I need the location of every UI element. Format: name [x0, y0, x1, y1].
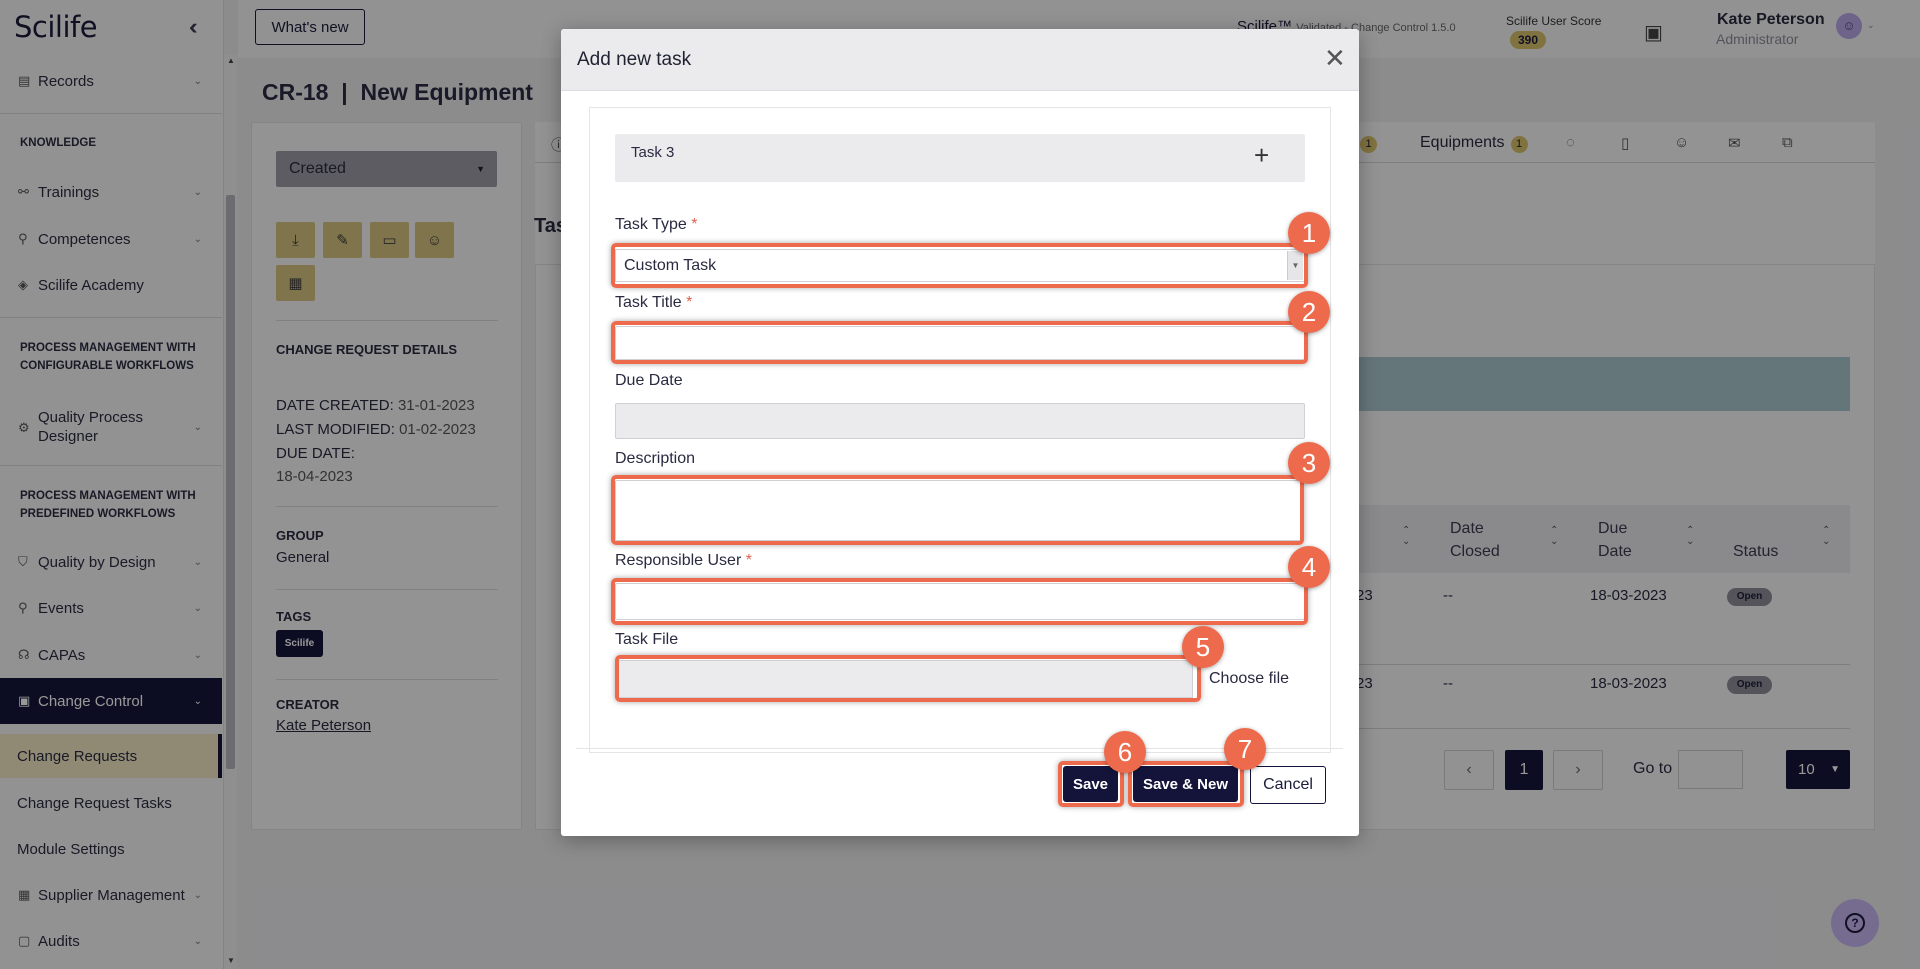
- callout-4: 4: [1288, 546, 1330, 588]
- due-date-input[interactable]: [615, 403, 1305, 439]
- task-accordion[interactable]: [615, 134, 1305, 182]
- task-file-label: Task File: [615, 631, 679, 648]
- plus-icon[interactable]: +: [1254, 142, 1269, 168]
- modal-title: Add new task: [577, 49, 692, 70]
- required-mark: *: [745, 552, 752, 569]
- cancel-button[interactable]: Cancel: [1250, 766, 1326, 804]
- callout-6: 6: [1104, 731, 1146, 773]
- task-accordion-label: Task 3: [631, 144, 675, 161]
- label-text: Task Type: [615, 216, 687, 233]
- description-label: Description: [615, 450, 696, 467]
- highlight-save-and-new: [1128, 761, 1244, 807]
- task-type-label: Task Type *: [615, 216, 697, 234]
- responsible-user-label: Responsible User *: [615, 552, 752, 570]
- required-mark: *: [691, 216, 698, 233]
- due-date-label: Due Date: [615, 372, 683, 389]
- task-title-label: Task Title *: [615, 294, 692, 312]
- required-mark: *: [686, 294, 693, 311]
- label-text: Task Title: [615, 294, 682, 311]
- callout-3: 3: [1288, 442, 1330, 484]
- callout-7: 7: [1224, 728, 1266, 770]
- callout-5: 5: [1182, 626, 1224, 668]
- modal-header: Add new task ✕: [561, 29, 1359, 91]
- callout-2: 2: [1288, 291, 1330, 333]
- highlight-task-type: [611, 243, 1308, 288]
- highlight-responsible-user: [611, 578, 1308, 625]
- callout-1: 1: [1288, 212, 1330, 254]
- choose-file-button[interactable]: Choose file: [1209, 670, 1289, 688]
- label-text: Responsible User: [615, 552, 742, 569]
- highlight-description: [611, 475, 1304, 545]
- highlight-task-file: [615, 655, 1201, 702]
- close-icon[interactable]: ✕: [1324, 45, 1346, 71]
- highlight-task-title: [611, 321, 1308, 364]
